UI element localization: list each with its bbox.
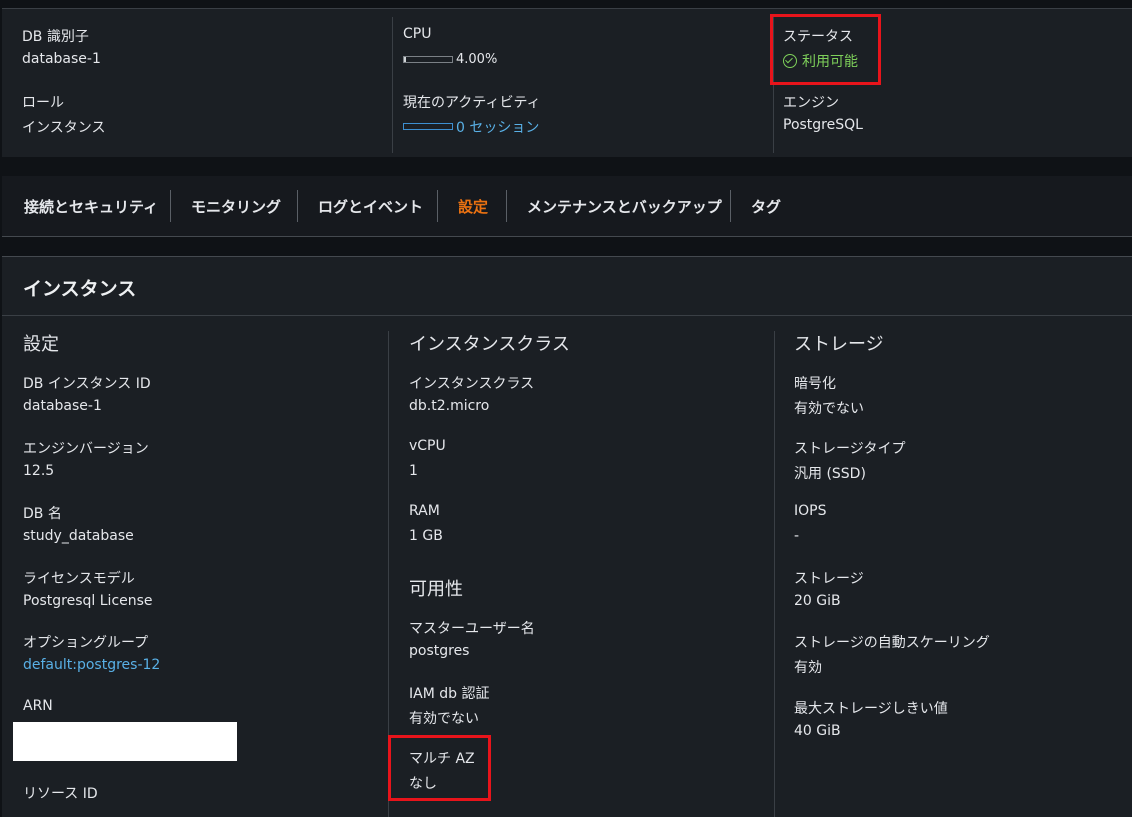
iops-value: - xyxy=(794,528,800,544)
engine-value: PostgreSQL xyxy=(783,117,863,133)
tab-maintenance-backup[interactable]: メンテナンスとバックアップ xyxy=(527,196,722,217)
engine-version-value: 12.5 xyxy=(23,463,55,479)
master-user-label: マスターユーザー名 xyxy=(409,621,535,637)
storage-size-label: ストレージ xyxy=(794,571,864,587)
instance-class-section-title: インスタンスクラス xyxy=(409,334,570,355)
summary-card: DB 識別子 database-1 ロール インスタンス CPU 4.00% 現… xyxy=(2,8,1132,157)
tab-divider xyxy=(297,190,298,222)
config-section-title: 設定 xyxy=(23,334,59,355)
iops-label: IOPS xyxy=(794,503,827,519)
autoscaling-label: ストレージの自動スケーリング xyxy=(794,635,990,651)
panel-title: インスタンス xyxy=(23,278,137,300)
panel-header: インスタンス xyxy=(2,257,1132,316)
db-id-label: DB 識別子 xyxy=(22,29,89,45)
instance-class-value: db.t2.micro xyxy=(409,398,490,414)
arn-label: ARN xyxy=(23,698,53,714)
db-id-value: database-1 xyxy=(22,51,101,67)
tab-divider xyxy=(506,190,507,222)
activity-link[interactable]: 0 セッション xyxy=(456,117,539,137)
iam-auth-value: 有効でない xyxy=(409,711,479,727)
status-highlight-box xyxy=(770,14,881,85)
tab-tags[interactable]: タグ xyxy=(751,196,781,217)
engine-version-label: エンジンバージョン xyxy=(23,441,149,457)
instance-panel: インスタンス 設定 DB インスタンス ID database-1 エンジンバー… xyxy=(2,256,1132,817)
autoscaling-value: 有効 xyxy=(794,660,822,676)
role-label: ロール xyxy=(22,95,64,111)
encryption-label: 暗号化 xyxy=(794,376,836,392)
tab-divider xyxy=(437,190,438,222)
option-group-label: オプショングループ xyxy=(23,635,149,651)
iam-auth-label: IAM db 認証 xyxy=(409,686,490,702)
tab-monitoring[interactable]: モニタリング xyxy=(191,196,281,217)
cpu-label: CPU xyxy=(403,26,432,42)
column-divider xyxy=(774,331,775,817)
option-group-link[interactable]: default:postgres-12 xyxy=(23,657,160,673)
multi-az-highlight-box xyxy=(388,735,491,801)
master-user-value: postgres xyxy=(409,643,470,659)
tab-bar: 接続とセキュリティ モニタリング ログとイベント 設定 メンテナンスとバックアッ… xyxy=(2,176,1132,237)
availability-section-title: 可用性 xyxy=(409,579,463,600)
ram-label: RAM xyxy=(409,503,440,519)
tab-logs-events[interactable]: ログとイベント xyxy=(318,196,423,217)
max-threshold-value: 40 GiB xyxy=(794,723,841,739)
activity-label: 現在のアクティビティ xyxy=(403,95,541,111)
ram-value: 1 GB xyxy=(409,528,443,544)
db-name-value: study_database xyxy=(23,528,134,544)
cpu-progress-fill xyxy=(404,57,406,62)
vcpu-value: 1 xyxy=(409,463,418,479)
arn-redacted-value xyxy=(13,722,237,761)
cpu-value: 4.00% xyxy=(456,52,498,67)
tab-divider xyxy=(170,190,171,222)
db-name-label: DB 名 xyxy=(23,506,62,522)
storage-type-label: ストレージタイプ xyxy=(794,441,906,457)
role-value: インスタンス xyxy=(22,120,106,136)
vcpu-label: vCPU xyxy=(409,438,446,454)
encryption-value: 有効でない xyxy=(794,401,864,417)
max-threshold-label: 最大ストレージしきい値 xyxy=(794,701,948,717)
column-divider xyxy=(392,17,393,153)
license-label: ライセンスモデル xyxy=(23,571,135,587)
tab-connectivity-security[interactable]: 接続とセキュリティ xyxy=(24,196,158,217)
cpu-progress-bar xyxy=(403,56,453,63)
instance-class-label: インスタンスクラス xyxy=(409,376,535,392)
instance-id-label: DB インスタンス ID xyxy=(23,376,151,392)
resource-id-label: リソース ID xyxy=(23,786,98,802)
activity-bar xyxy=(403,123,453,130)
license-value: Postgresql License xyxy=(23,593,153,609)
engine-label: エンジン xyxy=(783,95,839,111)
tab-divider xyxy=(730,190,731,222)
storage-size-value: 20 GiB xyxy=(794,593,841,609)
storage-section-title: ストレージ xyxy=(794,334,884,355)
tab-configuration[interactable]: 設定 xyxy=(458,196,488,217)
storage-type-value: 汎用 (SSD) xyxy=(794,466,866,482)
instance-id-value: database-1 xyxy=(23,398,102,414)
